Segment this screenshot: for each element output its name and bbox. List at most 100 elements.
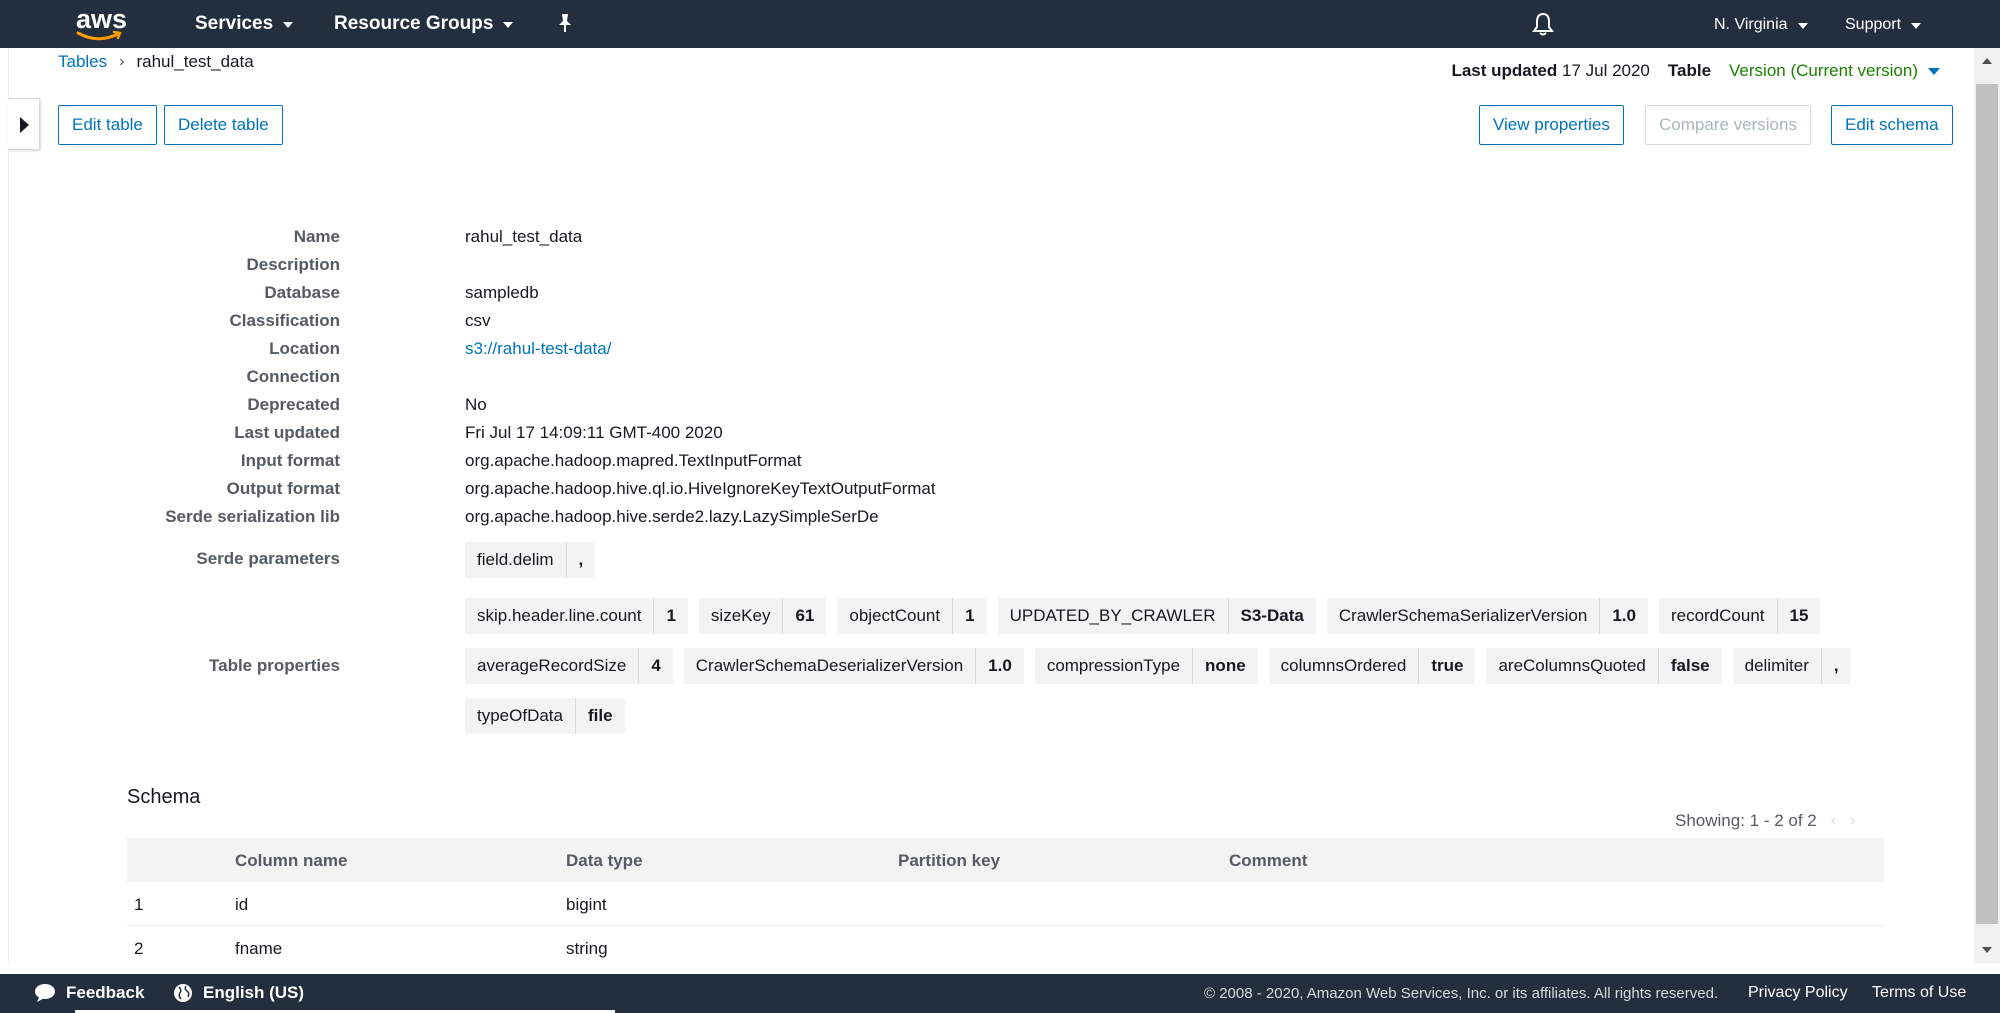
property-key: areColumnsQuoted — [1498, 656, 1646, 675]
language-label: English (US) — [203, 983, 305, 1002]
version-selector[interactable]: Version (Current version) — [1729, 61, 1940, 81]
detail-output-format: Output format org.apache.hadoop.hive.ql.… — [0, 479, 1900, 507]
scroll-down-icon[interactable] — [1982, 947, 1992, 953]
detail-label: Database — [264, 283, 340, 302]
view-properties-button[interactable]: View properties — [1479, 105, 1624, 145]
last-updated: Last updated 17 Jul 2020 — [1451, 61, 1649, 81]
schema-title: Schema — [127, 786, 201, 808]
column-name: id — [235, 895, 249, 914]
edit-schema-button[interactable]: Edit schema — [1831, 105, 1953, 145]
property-value: 1.0 — [1599, 598, 1648, 634]
column-header[interactable]: Partition key — [898, 851, 1000, 871]
property-key: CrawlerSchemaDeserializerVersion — [695, 656, 964, 675]
property-chip: CrawlerSchemaDeserializerVersion 1.0 — [683, 648, 1024, 684]
detail-classification: Classification csv — [0, 311, 1900, 339]
detail-value: Fri Jul 17 14:09:11 GMT-400 2020 — [465, 423, 723, 442]
detail-serde-lib: Serde serialization lib org.apache.hadoo… — [0, 507, 1900, 535]
detail-label: Serde parameters — [196, 549, 340, 568]
table-properties-row-3: typeOfData file — [465, 698, 625, 734]
scroll-up-icon[interactable] — [1982, 58, 1992, 64]
detail-description: Description — [0, 255, 1900, 283]
detail-label: Serde serialization lib — [165, 507, 340, 526]
aws-logo[interactable]: aws — [76, 4, 127, 42]
top-navigation-bar: aws Services Resource Groups N. Virginia… — [0, 0, 2000, 48]
property-key: compressionType — [1046, 656, 1181, 675]
support-label: Support — [1845, 16, 1902, 33]
detail-database: Database sampledb — [0, 283, 1900, 311]
compare-versions-button[interactable]: Compare versions — [1645, 105, 1811, 145]
detail-value: rahul_test_data — [465, 227, 583, 246]
detail-value: No — [465, 395, 487, 414]
bell-icon — [1532, 12, 1554, 36]
support-menu[interactable]: Support — [1845, 16, 1922, 34]
pin-icon — [559, 14, 571, 32]
location-link[interactable]: s3://rahul-test-data/ — [465, 339, 611, 359]
property-key: columnsOrdered — [1280, 656, 1407, 675]
property-value: 1.0 — [975, 648, 1024, 684]
property-chip: compressionType none — [1034, 648, 1258, 684]
property-value: none — [1192, 648, 1258, 684]
chevron-down-icon — [503, 22, 514, 28]
chevron-left-icon[interactable]: ‹ — [1831, 812, 1836, 830]
scrollbar-thumb[interactable] — [1976, 84, 1998, 924]
console-footer: Feedback English (US) © 2008 - 2020, Ama… — [0, 974, 2000, 1013]
detail-value: sampledb — [465, 283, 539, 302]
row-index: 1 — [134, 895, 144, 914]
property-chip: typeOfData file — [465, 698, 625, 734]
property-chip: field.delim , — [465, 542, 596, 578]
feedback-button[interactable]: Feedback — [34, 983, 144, 1003]
property-value: S3-Data — [1227, 598, 1316, 634]
property-chip: averageRecordSize 4 — [465, 648, 673, 684]
globe-icon — [174, 984, 192, 1002]
last-updated-label: Last updated — [1451, 61, 1558, 80]
speech-bubble-icon — [35, 984, 55, 1002]
detail-label: Table properties — [209, 656, 340, 675]
property-chip: areColumnsQuoted false — [1486, 648, 1722, 684]
detail-connection: Connection — [0, 367, 1900, 395]
notifications-button[interactable] — [1532, 12, 1554, 36]
table-label: Table — [1667, 61, 1712, 80]
property-key: objectCount — [849, 606, 941, 625]
property-chip: UPDATED_BY_CRAWLER S3-Data — [997, 598, 1316, 634]
table-properties-row-1: skip.header.line.count 1 sizeKey 61 object… — [465, 598, 1821, 634]
column-header[interactable]: Data type — [566, 851, 643, 871]
column-header[interactable]: Column name — [235, 851, 347, 871]
detail-label: Last updated — [234, 423, 340, 442]
detail-last-updated: Last updated Fri Jul 17 14:09:11 GMT-400… — [0, 423, 1900, 451]
chevron-right-icon[interactable]: › — [1850, 812, 1855, 830]
property-value: false — [1657, 648, 1722, 684]
edit-table-button[interactable]: Edit table — [58, 105, 157, 145]
table-meta: Last updated 17 Jul 2020 Table Version (… — [1451, 61, 1940, 81]
pin-button[interactable] — [556, 13, 574, 33]
breadcrumb-tables-link[interactable]: Tables — [58, 52, 107, 72]
language-selector[interactable]: English (US) — [173, 983, 304, 1003]
property-key: sizeKey — [710, 606, 771, 625]
breadcrumb-current: rahul_test_data — [136, 52, 254, 71]
table-properties-row-2: averageRecordSize 4 CrawlerSchemaDeserial… — [465, 648, 1851, 684]
page-scrollbar[interactable] — [1974, 48, 2000, 963]
data-type: bigint — [566, 895, 607, 914]
property-key: CrawlerSchemaSerializerVersion — [1338, 606, 1588, 625]
property-value: 1 — [653, 598, 687, 634]
region-label: N. Virginia — [1714, 16, 1788, 33]
aws-smile-icon — [76, 30, 122, 41]
property-key: UPDATED_BY_CRAWLER — [1009, 606, 1216, 625]
serde-params-chips: field.delim , — [465, 542, 596, 578]
detail-deprecated: Deprecated No — [0, 395, 1900, 423]
terms-of-use-link[interactable]: Terms of Use — [1872, 984, 1966, 1002]
showing-count: Showing: 1 - 2 of 2 — [1675, 811, 1817, 830]
detail-input-format: Input format org.apache.hadoop.mapred.Te… — [0, 451, 1900, 479]
detail-location: Location s3://rahul-test-data/ — [0, 339, 1900, 367]
property-chip: sizeKey 61 — [698, 598, 827, 634]
privacy-policy-link[interactable]: Privacy Policy — [1748, 984, 1848, 1002]
column-header[interactable]: Comment — [1229, 851, 1307, 871]
property-chip: skip.header.line.count 1 — [465, 598, 688, 634]
property-chip: recordCount 15 — [1658, 598, 1821, 634]
resource-groups-menu[interactable]: Resource Groups — [334, 13, 514, 35]
side-panel-toggle[interactable] — [8, 98, 40, 150]
copyright-text: © 2008 - 2020, Amazon Web Services, Inc.… — [1204, 985, 1719, 1002]
services-menu[interactable]: Services — [195, 13, 294, 35]
delete-table-button[interactable]: Delete table — [164, 105, 283, 145]
caret-right-icon — [20, 117, 29, 133]
region-selector[interactable]: N. Virginia — [1714, 16, 1808, 34]
